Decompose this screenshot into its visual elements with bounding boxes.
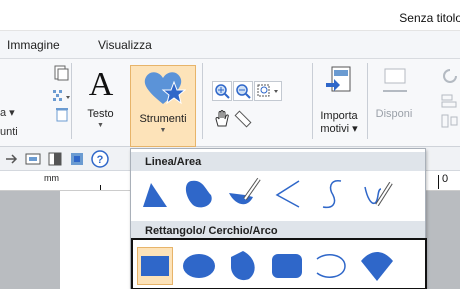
svg-text:?: ?	[97, 154, 104, 166]
fan-shape-icon	[361, 252, 393, 281]
trash-icon[interactable]	[55, 106, 69, 122]
polygon-area-icon	[143, 183, 167, 207]
strumenti-label: Strumenti	[139, 113, 187, 125]
importa-motivi-button[interactable]: Importa motivi ▾	[316, 65, 362, 145]
arrange-icon	[383, 68, 407, 92]
zoom-in-button[interactable]	[212, 81, 232, 101]
zoom-fit-button[interactable]	[254, 81, 282, 101]
group-label: unti	[0, 126, 18, 138]
pie-segment-icon	[231, 251, 255, 281]
brush-area-button[interactable]	[225, 175, 261, 213]
ribbon-separator	[312, 63, 313, 139]
zigzag-line-icon	[275, 180, 300, 208]
align-icon[interactable]	[440, 93, 460, 109]
shapes-highlight-frame	[131, 238, 427, 289]
strumenti-button[interactable]: Strumenti ▼	[130, 65, 196, 147]
motivi-label: motivi ▾	[320, 123, 358, 135]
pen-line-icon	[364, 181, 393, 207]
brush-area-icon	[229, 177, 261, 205]
chevron-down-icon: ▼	[97, 122, 104, 129]
ellipse-icon	[183, 254, 215, 278]
zigzag-line-button[interactable]	[271, 175, 307, 213]
help-icon[interactable]: ?	[90, 149, 110, 169]
partial-dropdown-label[interactable]: a ▾	[0, 106, 15, 119]
menu-visualizza[interactable]: Visualizza	[98, 38, 152, 52]
testo-button[interactable]: A Testo ▼	[78, 65, 123, 141]
rectangle-button[interactable]	[137, 247, 173, 285]
pen-line-button[interactable]	[359, 175, 395, 213]
importa-label: Importa	[320, 110, 358, 122]
curve-line-icon	[322, 180, 342, 209]
strumenti-dropdown: Linea/Area Rettangolo/ Cerchio/Arco	[130, 148, 427, 289]
freeform-area-icon	[185, 180, 212, 208]
shapes-row-linea-area	[131, 175, 425, 213]
design-page	[60, 191, 130, 289]
ruler-tick	[438, 175, 439, 189]
menu-immagine[interactable]: Immagine	[7, 38, 60, 52]
curve-line-button[interactable]	[315, 175, 351, 213]
pie-segment-button[interactable]	[225, 247, 261, 285]
ellipse-button[interactable]	[181, 247, 217, 285]
arc-icon	[316, 254, 346, 278]
view-color-icon[interactable]	[68, 150, 86, 168]
disponi-label: Disponi	[375, 108, 413, 120]
heart-star-icon	[144, 72, 186, 105]
zoom-out-button[interactable]	[233, 81, 253, 101]
paste-copy-icon[interactable]	[52, 65, 70, 81]
rotate-icon[interactable]	[440, 67, 460, 85]
ribbon-separator	[71, 63, 72, 139]
rounded-rectangle-icon	[272, 254, 302, 278]
disponi-button[interactable]: Disponi	[372, 65, 416, 141]
polygon-area-button[interactable]	[137, 175, 173, 213]
arc-button[interactable]	[313, 247, 349, 285]
pattern-icon[interactable]	[50, 88, 72, 104]
view-single-icon[interactable]	[46, 150, 64, 168]
freeform-area-button[interactable]	[181, 175, 217, 213]
chevron-down-icon: ▼	[159, 127, 167, 134]
ribbon: a ▾ unti A Testo ▼ Strumenti ▼ Importa m…	[0, 59, 460, 147]
rectangle-icon	[141, 256, 169, 276]
ribbon-separator	[202, 63, 203, 139]
testo-label: Testo	[87, 108, 114, 120]
rounded-rectangle-button[interactable]	[269, 247, 305, 285]
shapes-row-rettangolo	[133, 247, 425, 285]
section-header-linea-area: Linea/Area	[131, 152, 425, 171]
zoom-fit-icon	[257, 84, 278, 97]
svg-text:A: A	[88, 66, 113, 101]
menu-bar: Immagine Visualizza	[0, 31, 460, 59]
hand-icon	[215, 110, 229, 127]
ruler-tick	[100, 185, 101, 190]
ribbon-separator	[367, 63, 368, 139]
pan-button[interactable]	[212, 109, 232, 129]
import-pattern-icon	[326, 66, 351, 92]
ruler-measure-icon	[234, 110, 252, 128]
text-a-icon: A	[88, 66, 113, 101]
clipboard-group: a ▾ unti	[0, 59, 70, 147]
window-title: Senza titolo	[399, 11, 460, 25]
ruler-zero-label: 0	[442, 173, 449, 185]
view-grid-icon[interactable]	[24, 150, 42, 168]
zoom-in-icon	[215, 84, 230, 99]
measure-button[interactable]	[233, 109, 253, 129]
fan-shape-button[interactable]	[357, 247, 393, 285]
arrow-right-icon[interactable]	[4, 151, 18, 167]
distribute-icon[interactable]	[440, 113, 460, 129]
zoom-out-icon	[236, 84, 251, 99]
ruler-unit: mm	[44, 173, 59, 183]
title-bar: Senza titolo	[0, 0, 460, 31]
